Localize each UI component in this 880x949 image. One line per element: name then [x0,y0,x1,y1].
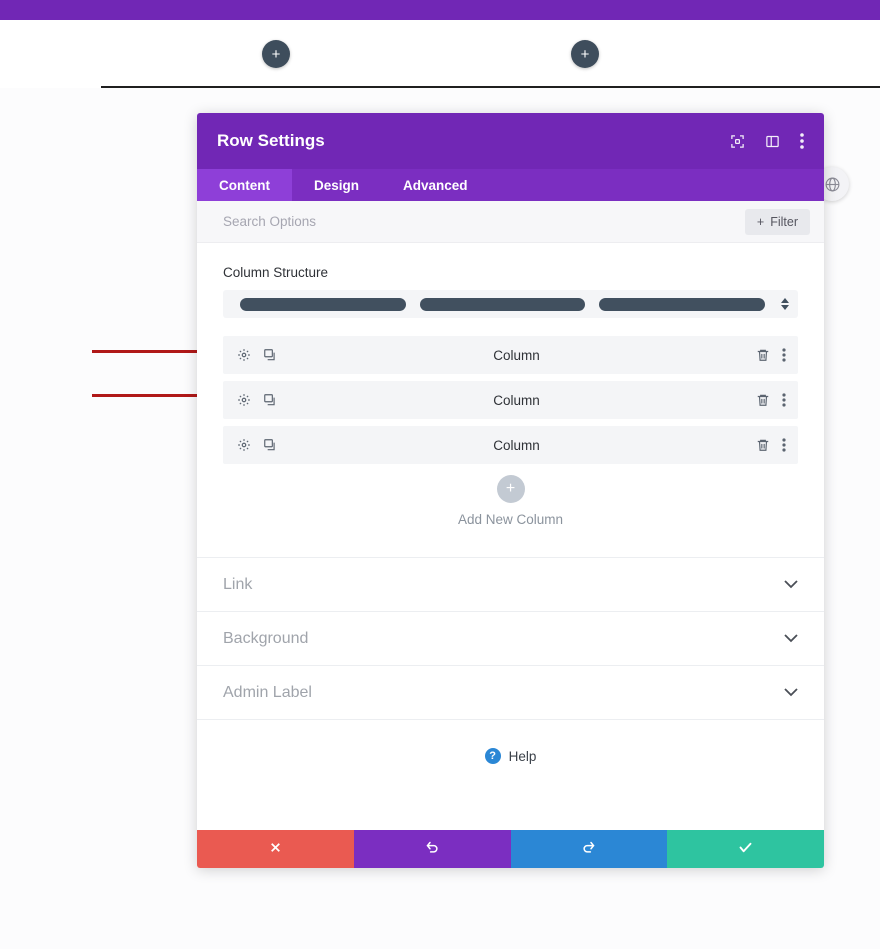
page-top-bar [0,0,880,20]
search-input[interactable] [223,214,745,229]
kebab-menu-icon[interactable] [782,348,786,362]
redo-icon [581,840,596,859]
trash-icon[interactable] [756,348,770,362]
accordion-item-background[interactable]: Background [197,612,824,666]
gear-icon[interactable] [237,393,251,407]
accordion-item-link[interactable]: Link [197,558,824,612]
filter-button[interactable]: + Filter [744,208,810,235]
close-x-icon [269,841,282,858]
kebab-menu-icon[interactable] [800,133,804,149]
chevron-down-icon [784,688,798,697]
plus-icon: + [271,45,281,63]
accordion-label: Background [223,629,309,647]
accordion-label: Admin Label [223,683,312,701]
search-row: + Filter [197,201,824,243]
undo-button[interactable] [353,830,511,868]
tab-content[interactable]: Content [197,169,292,201]
gear-icon[interactable] [237,348,251,362]
help-area: ? Help [197,720,824,830]
column-name: Column [493,392,540,408]
add-new-column-button[interactable]: + Add New Column [223,475,798,557]
modal-tab-bar: Content Design Advanced [197,169,824,201]
add-row-right-button[interactable]: + [571,40,599,68]
column-name: Column [493,437,540,453]
gear-icon[interactable] [237,438,251,452]
modal-header-icons [730,133,804,149]
kebab-menu-icon[interactable] [782,393,786,407]
redo-button[interactable] [510,830,668,868]
plus-icon: + [756,214,765,229]
add-row-left-button[interactable]: + [262,40,290,68]
chevron-down-icon [784,580,798,589]
modal-footer [197,830,824,868]
table-row[interactable]: Column [223,426,798,464]
focus-target-icon[interactable] [730,134,745,149]
modal-header: Row Settings [197,113,824,169]
column-row-right-actions [756,438,786,452]
column-row-left-actions [237,438,277,452]
checkmark-icon [738,840,753,859]
trash-icon[interactable] [756,393,770,407]
accordion: Link Background Admin Label [197,557,824,720]
structure-bar-1 [240,297,406,311]
column-list: Column Column Column [223,336,798,464]
column-row-left-actions [237,348,277,362]
page-title: Row Settings [217,131,325,150]
cancel-button[interactable] [197,830,354,868]
structure-bar-3 [599,297,766,311]
trash-icon[interactable] [756,438,770,452]
question-mark-icon: ? [484,748,501,764]
tab-design[interactable]: Design [292,169,381,201]
filter-button-label: Filter [770,214,798,229]
chevron-down-icon [784,634,798,643]
layout-panel-icon[interactable] [765,134,780,149]
column-row-right-actions [756,393,786,407]
table-row[interactable]: Column [223,336,798,374]
undo-icon [425,840,440,859]
column-name: Column [493,347,540,363]
column-structure-label: Column Structure [223,265,329,280]
add-new-column-label: Add New Column [457,512,564,527]
structure-bar-2 [419,297,586,311]
column-row-left-actions [237,393,277,407]
help-link[interactable]: ? Help [484,748,537,764]
plus-icon: + [496,475,525,503]
accordion-label: Link [223,575,253,593]
updown-arrows-icon[interactable] [779,298,790,310]
help-label: Help [508,748,537,764]
column-row-right-actions [756,348,786,362]
duplicate-icon[interactable] [263,393,277,407]
modal-body: Column Structure Column Column Column + … [197,243,824,557]
column-structure-picker[interactable] [223,290,798,318]
duplicate-icon[interactable] [263,438,277,452]
row-settings-modal: Row Settings Content Design Advanced Sea… [197,113,824,868]
save-button[interactable] [667,830,824,868]
section-divider [101,86,880,88]
duplicate-icon[interactable] [263,348,277,362]
kebab-menu-icon[interactable] [782,438,786,452]
accordion-item-admin-label[interactable]: Admin Label [197,666,824,720]
annotation-arrow-column-1 [92,345,209,357]
plus-icon: + [580,45,590,63]
tab-advanced[interactable]: Advanced [381,169,490,201]
annotation-arrow-column-2 [92,389,209,401]
table-row[interactable]: Column [223,381,798,419]
